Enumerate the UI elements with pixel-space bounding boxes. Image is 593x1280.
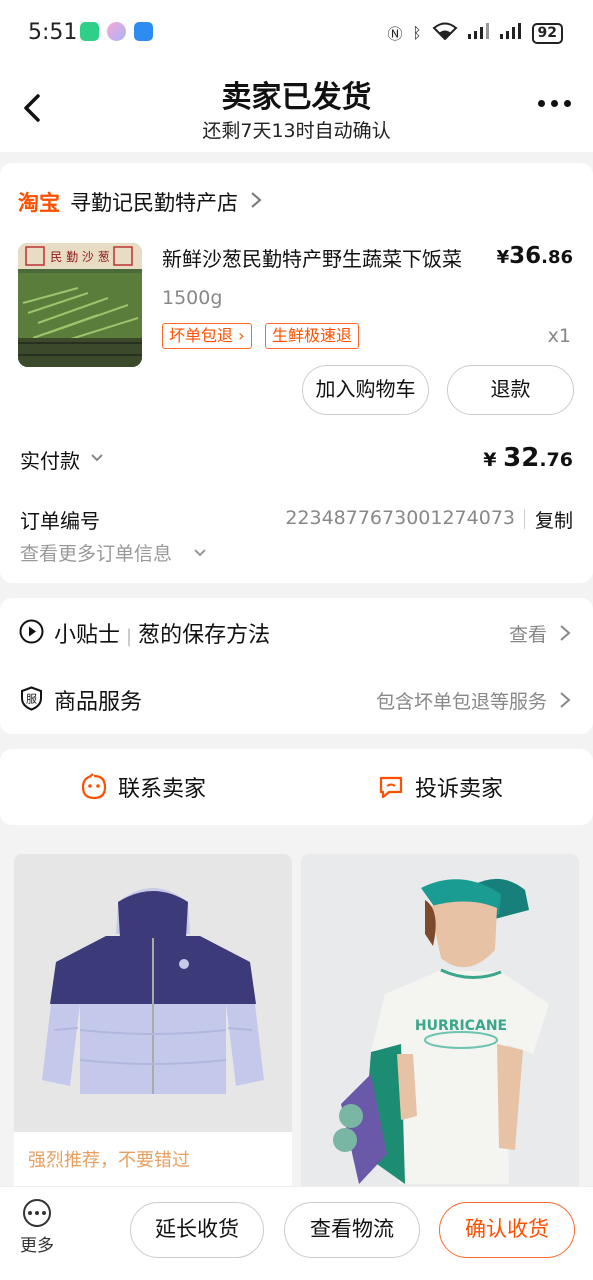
payment-amount: ¥ 32.76 [483,443,573,473]
recommendation-caption: 强烈推荐，不要错过 [28,1150,190,1171]
status-time: 5:51 [28,20,78,45]
tag-bad-order-refund[interactable]: 坏单包退 › [162,323,252,349]
status-app-icons [80,22,153,41]
nfc-icon: Ⓝ [387,24,403,43]
signal-icon-2 [499,23,522,43]
signal-icon-1 [467,23,490,43]
contact-card: 联系卖家 投诉卖家 [0,749,593,825]
product-title[interactable]: 新鲜沙葱民勤特产野生蔬菜下饭菜 [162,243,462,272]
app-icon-pastel [107,22,126,41]
more-order-info-link[interactable]: 查看更多订单信息 [20,539,172,566]
taobao-logo: 淘宝 [18,191,60,215]
tshirt-product-image: HURRICANE [301,854,579,1194]
chevron-down-icon [91,454,103,462]
product-thumbnail[interactable]: 民 勤 沙 葱 [18,243,142,367]
page-header: 卖家已发货 还剩7天13时自动确认 [0,68,593,152]
view-logistics-button[interactable]: 查看物流 [284,1202,420,1258]
order-card: 淘宝 寻勤记民勤特产店 民 勤 沙 葱 新鲜沙葱民勤特产野生蔬菜下饭菜 ¥36.… [0,163,593,583]
chevron-right-icon [560,692,571,708]
tips-title: 葱的保存方法 [138,623,271,648]
tips-service-card: 小贴士 | 葱的保存方法 查看 服 商品服务 包含坏单包退等服务 [0,598,593,734]
bottom-action-bar: 更多 延长收货 查看物流 确认收货 [0,1186,593,1280]
refund-button[interactable]: 退款 [447,365,574,415]
tips-view-link[interactable]: 查看 [509,620,547,647]
more-actions-button[interactable]: 更多 [14,1199,60,1256]
order-number: 2234877673001274073 [285,507,515,529]
tips-label: 小贴士 [54,623,121,648]
product-spec: 1500g [162,287,223,309]
seller-face-icon [81,773,107,800]
svg-text:服: 服 [26,693,37,706]
payment-label[interactable]: 实付款 [20,445,80,474]
bluetooth-icon: ᛒ [412,24,422,42]
page-title: 卖家已发货 [221,80,372,115]
shop-name-link[interactable]: 寻勤记民勤特产店 [70,187,238,217]
app-icon-green [80,22,99,41]
chevron-right-icon [251,192,262,208]
play-icon [19,619,44,644]
recommendation-card-jacket[interactable]: 强烈推荐，不要错过 [14,854,292,1194]
status-right: Ⓝ ᛒ 92 [387,22,563,44]
complain-seller-button[interactable]: 投诉卖家 [377,749,503,825]
recommendation-card-tshirt[interactable]: HURRICANE [301,854,579,1194]
wifi-icon [432,22,458,44]
service-detail[interactable]: 包含坏单包退等服务 [376,687,547,714]
complain-chat-icon [379,776,403,799]
add-to-cart-button[interactable]: 加入购物车 [302,365,429,415]
confirm-receipt-button[interactable]: 确认收货 [439,1202,575,1258]
extend-receipt-button[interactable]: 延长收货 [130,1202,264,1258]
divider [524,509,525,529]
order-number-label: 订单编号 [20,509,100,533]
copy-order-number-button[interactable]: 复制 [535,506,573,533]
tag-fresh-fast-refund: 生鲜极速退 [265,323,360,349]
contact-seller-button[interactable]: 联系卖家 [80,749,206,825]
tips-row[interactable]: 小贴士 | 葱的保存方法 [54,617,270,649]
thumbnail-label: 民 勤 沙 葱 [50,250,109,264]
status-bar: 5:51 Ⓝ ᛒ 92 [0,0,593,68]
service-shield-icon: 服 [21,686,42,711]
product-price: ¥36.86 [496,243,573,269]
contact-seller-label: 联系卖家 [118,777,207,802]
product-quantity: x1 [547,325,571,347]
more-dots-icon [23,1199,51,1227]
weather-icon [134,22,153,41]
more-actions-label: 更多 [20,1236,54,1256]
jacket-product-image [14,854,292,1132]
chevron-down-icon [194,549,206,557]
complain-seller-label: 投诉卖家 [415,777,504,802]
more-options-button[interactable] [538,100,571,107]
service-label[interactable]: 商品服务 [54,684,142,716]
battery-indicator: 92 [531,22,563,44]
auto-confirm-countdown: 还剩7天13时自动确认 [202,120,391,142]
chevron-right-icon [560,625,571,641]
